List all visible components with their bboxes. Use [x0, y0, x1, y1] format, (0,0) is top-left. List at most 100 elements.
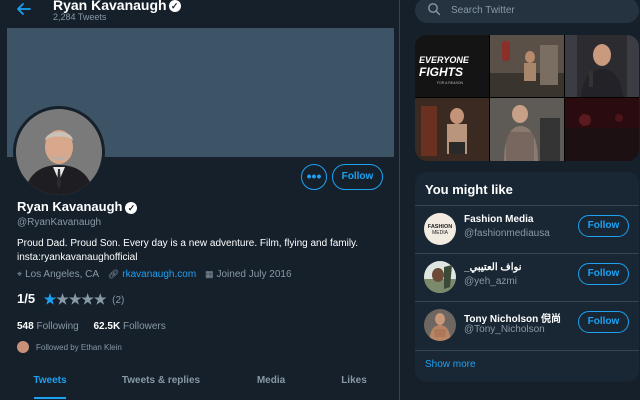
- media-tile[interactable]: [490, 98, 564, 161]
- joined-date: ▦ Joined July 2016: [205, 269, 292, 280]
- suggestion-avatar: FASHION MEDIA: [424, 213, 456, 245]
- profile-avatar[interactable]: [13, 106, 105, 198]
- calendar-icon: ▦: [204, 269, 214, 279]
- profile-meta: ⌖ Los Angeles, CA 🔗︎ rkavanaugh.com ▦ Joine…: [17, 269, 298, 280]
- media-text-line3: FOR A REASON: [437, 81, 464, 85]
- media-tile[interactable]: [565, 98, 639, 161]
- suggestion-avatar: [424, 309, 456, 341]
- follow-button[interactable]: Follow: [578, 215, 629, 237]
- star-empty-icon: ★: [56, 291, 69, 307]
- following-value: 548: [17, 321, 34, 332]
- followed-by-text: Followed by Ethan Klein: [36, 343, 122, 352]
- profile-tabs: Tweets Tweets & replies Media Likes: [0, 366, 399, 400]
- avatar-photo: [424, 261, 456, 293]
- tab-tweets-replies[interactable]: Tweets & replies: [100, 366, 222, 400]
- suggestion-name: _نواف العتيبي: [464, 262, 522, 273]
- suggestion-avatar: [424, 261, 456, 293]
- avatar-photo: [16, 109, 102, 195]
- follow-button[interactable]: Follow: [578, 263, 629, 285]
- profile-name-text: Ryan Kavanaugh: [17, 199, 123, 214]
- tab-label: Tweets: [33, 375, 67, 386]
- website: 🔗︎ rkavanaugh.com: [108, 269, 196, 280]
- media-image: [490, 35, 564, 97]
- avatar-photo: [424, 309, 456, 341]
- search-input[interactable]: [451, 3, 631, 17]
- profile-column: Ryan Kavanaugh ✓ 2,284 Tweets ••• Follow …: [0, 0, 400, 400]
- star-empty-icon: ★: [68, 291, 82, 307]
- suggestion-name: Tony Nicholson 倪尚: [464, 314, 562, 325]
- suggestion-handle: @fashionmediausa: [464, 228, 550, 239]
- media-tile[interactable]: [565, 35, 639, 97]
- media-image: [565, 98, 639, 161]
- follow-button[interactable]: Follow: [332, 164, 383, 190]
- profile-handle: @RyanKavanaugh: [17, 217, 102, 228]
- bio-line: Proud Dad. Proud Son. Every day is a new…: [17, 238, 359, 249]
- active-tab-indicator: [34, 397, 66, 399]
- logo-text: MEDIA: [432, 230, 449, 236]
- location: ⌖ Los Angeles, CA: [17, 269, 99, 280]
- website-link[interactable]: rkavanaugh.com: [122, 269, 196, 280]
- more-options-button[interactable]: •••: [301, 164, 327, 190]
- rating-stars[interactable]: ★★★★★: [44, 291, 107, 308]
- who-to-follow-panel: You might like FASHION MEDIA Fashion Med…: [415, 172, 639, 382]
- tab-label: Tweets & replies: [121, 375, 201, 386]
- more-options-icon: •••: [306, 168, 322, 184]
- following-label: Following: [36, 321, 79, 332]
- star-filled-icon: ★: [43, 291, 57, 307]
- rating-score: 1/5: [17, 291, 36, 306]
- link-icon: 🔗︎: [107, 269, 120, 279]
- verified-badge-icon: ✓: [168, 0, 181, 12]
- following-count[interactable]: 548 Following: [17, 321, 79, 332]
- media-grid: EVERYONE FIGHTS FOR A REASON: [415, 35, 639, 161]
- suggestion-row[interactable]: FASHION MEDIA Fashion Media @fashionmedi…: [415, 205, 639, 251]
- location-pin-icon: ⌖: [17, 269, 23, 279]
- tab-label: Likes: [341, 375, 367, 386]
- tab-tweets[interactable]: Tweets: [0, 366, 100, 400]
- suggestion-handle: @yeh_azmi: [464, 276, 517, 287]
- rating-count: (2): [112, 295, 125, 306]
- media-text-line1: EVERYONE: [419, 55, 470, 65]
- media-tile[interactable]: [490, 35, 564, 97]
- media-image: [565, 35, 639, 97]
- followed-by[interactable]: Followed by Ethan Klein: [17, 341, 122, 353]
- search-icon: [428, 3, 441, 16]
- profile-name: Ryan Kavanaugh ✓: [17, 199, 138, 214]
- suggestion-row[interactable]: Tony Nicholson 倪尚 @Tony_Nicholson Follow: [415, 301, 639, 347]
- follower-avatar: [17, 341, 29, 353]
- sidebar-column: EVERYONE FIGHTS FOR A REASON: [400, 0, 640, 400]
- arrow-left-icon: [17, 3, 31, 15]
- media-image: [490, 98, 564, 161]
- star-empty-icon: ★: [81, 291, 94, 307]
- suggestion-handle: @Tony_Nicholson: [464, 324, 545, 335]
- follow-counts: 548 Following 62.5K Followers: [17, 321, 178, 332]
- followers-label: Followers: [122, 321, 166, 332]
- rating-widget: 1/5 ★★★★★ (2): [17, 291, 124, 308]
- fashion-media-logo: FASHION MEDIA: [424, 213, 456, 245]
- media-text-line2: FIGHTS: [419, 65, 463, 79]
- location-text: Los Angeles, CA: [25, 269, 100, 280]
- show-more-link[interactable]: Show more: [415, 350, 639, 382]
- verified-badge-icon: ✓: [125, 202, 138, 214]
- search-box[interactable]: [415, 0, 639, 23]
- media-image: EVERYONE FIGHTS FOR A REASON: [415, 35, 489, 97]
- profile-bio: Proud Dad. Proud Son. Every day is a new…: [17, 237, 377, 265]
- panel-title: You might like: [425, 182, 513, 197]
- bio-line: insta:ryankavanaughofficial: [17, 252, 138, 263]
- star-empty-icon: ★: [93, 291, 107, 307]
- media-tile[interactable]: [415, 98, 489, 161]
- suggestion-name: Fashion Media: [464, 214, 534, 225]
- profile-header-bar: Ryan Kavanaugh ✓ 2,284 Tweets: [0, 0, 399, 28]
- suggestion-row[interactable]: _نواف العتيبي @yeh_azmi Follow: [415, 253, 639, 299]
- back-button[interactable]: [16, 1, 36, 21]
- tab-likes[interactable]: Likes: [320, 366, 388, 400]
- header-tweet-count: 2,284 Tweets: [53, 12, 107, 22]
- followers-count[interactable]: 62.5K Followers: [94, 321, 166, 332]
- joined-text: Joined July 2016: [216, 269, 292, 280]
- tab-media[interactable]: Media: [222, 366, 320, 400]
- media-image: [415, 98, 489, 161]
- follow-button[interactable]: Follow: [578, 311, 629, 333]
- tab-label: Media: [256, 375, 286, 386]
- media-tile[interactable]: EVERYONE FIGHTS FOR A REASON: [415, 35, 489, 97]
- followers-value: 62.5K: [93, 321, 121, 332]
- show-more-label: Show more: [425, 359, 476, 370]
